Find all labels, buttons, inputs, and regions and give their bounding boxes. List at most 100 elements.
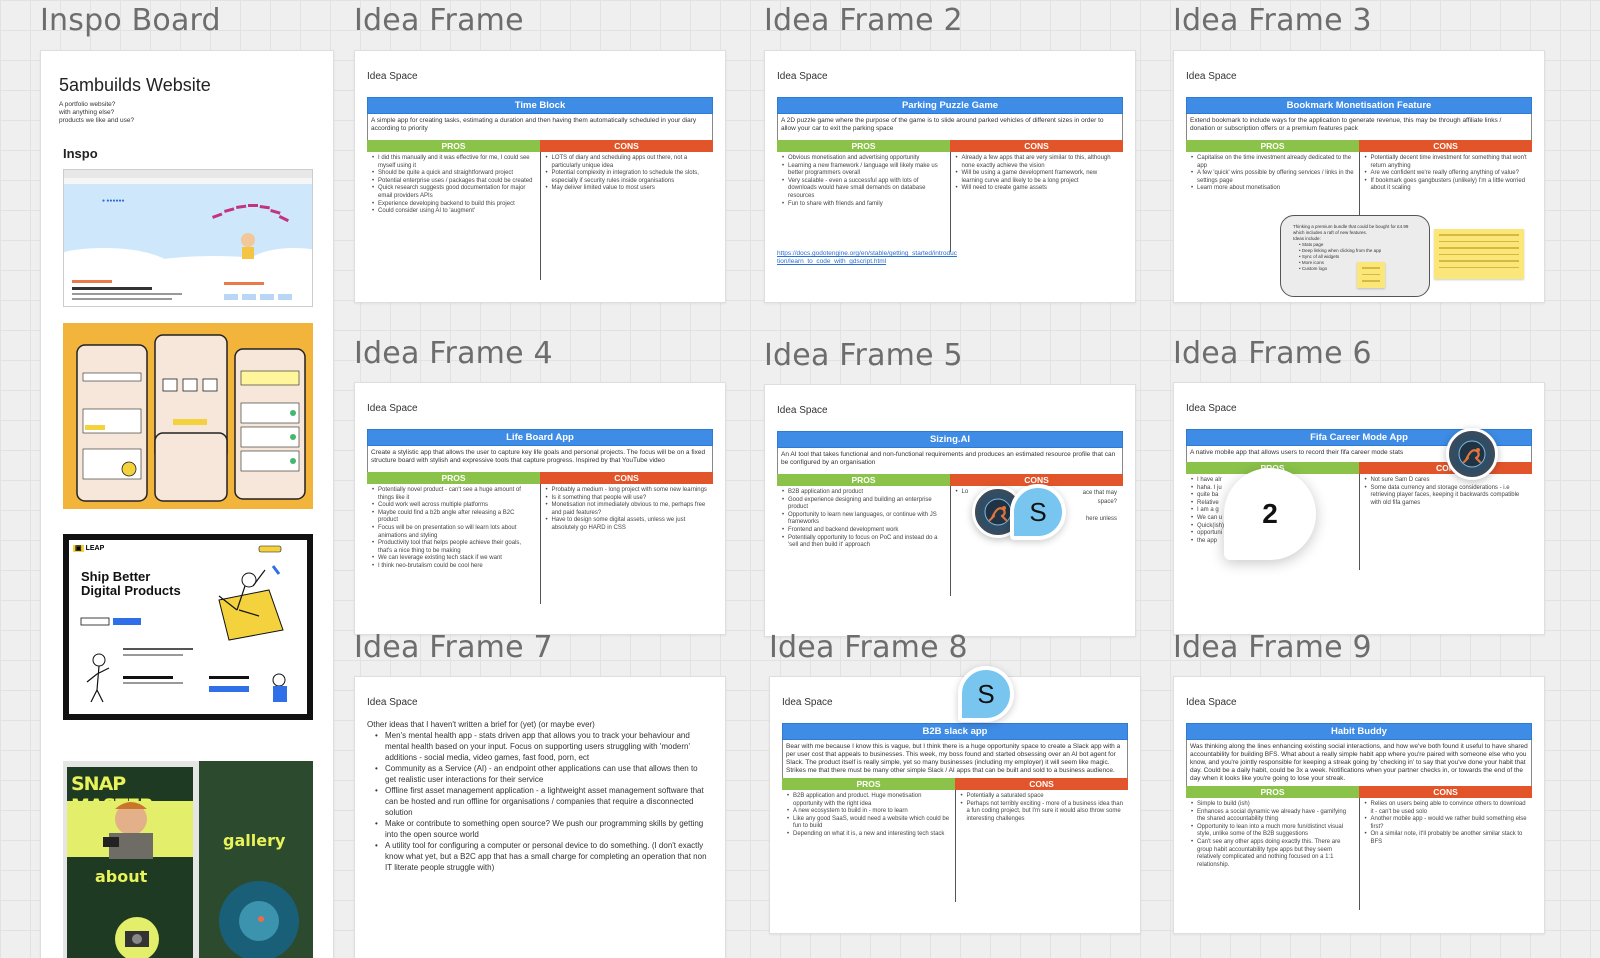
- idea-space-label: Idea Space: [1186, 71, 1237, 82]
- leap-page: ▣ LEAP Ship Better Digital Products: [69, 540, 307, 714]
- idea-table-title: Habit Buddy: [1186, 723, 1532, 740]
- idea-table: Life Board App Create a stylistic app th…: [367, 429, 713, 604]
- idea-table-description: Create a stylistic app that allows the u…: [367, 446, 713, 472]
- idea-table-title: B2B slack app: [782, 723, 1128, 740]
- pros-header: PROS: [1186, 786, 1359, 798]
- idea-frame-1[interactable]: Idea Space Time Block A simple app for c…: [354, 50, 726, 303]
- inspo-subtext: A portfolio website? with anything else?…: [59, 101, 135, 124]
- list-item: Can't see any other apps doing exactly t…: [1190, 839, 1355, 869]
- cons-header: CONS: [540, 140, 713, 152]
- list-item: Monetisation not immediately obvious to …: [545, 502, 710, 517]
- pros-column: Simple to build (ish) Enhances a social …: [1186, 798, 1359, 910]
- list-item: Community as a Service (AI) - an endpoin…: [375, 763, 709, 785]
- collaborator-s-bubble[interactable]: S: [1010, 484, 1066, 540]
- idea-table-title: Life Board App: [367, 429, 713, 446]
- list-item: On a similar note, it'll probably be ano…: [1364, 831, 1529, 846]
- inspo-thumb-website[interactable]: ● ●●●●●●: [63, 169, 313, 307]
- pros-header: PROS: [777, 474, 950, 486]
- idea-frame-8[interactable]: Idea Space B2B slack app Bear with me be…: [769, 676, 1141, 934]
- list-item: Opportunity to learn new languages, or c…: [781, 512, 946, 527]
- list-item: Like any good SaaS, would need a website…: [786, 816, 951, 831]
- pros-column: Obvious monetisation and advertising opp…: [777, 152, 950, 252]
- idea-frame-2[interactable]: Idea Space Parking Puzzle Game A 2D puzz…: [764, 50, 1136, 303]
- list-item: Maybe could find a b2b angle after relea…: [371, 510, 536, 525]
- leap-illustration: [80, 545, 287, 703]
- list-item: Very scalable - even a successful app wi…: [781, 178, 946, 201]
- idea-frame-5[interactable]: Idea Space Sizing.AI An AI tool that tak…: [764, 384, 1136, 637]
- idea-frame-2-title: Idea Frame 2: [764, 3, 963, 38]
- list-item: Offline first asset management applicati…: [375, 785, 709, 818]
- idea-space-label: Idea Space: [782, 697, 833, 708]
- svg-text:● ●●●●●●: ● ●●●●●●: [102, 198, 125, 204]
- idea-frame-3[interactable]: Idea Space Bookmark Monetisation Feature…: [1173, 50, 1545, 303]
- list-item: Simple to build (ish): [1190, 801, 1355, 809]
- pros-header: PROS: [782, 778, 955, 790]
- idea-space-label: Idea Space: [777, 405, 828, 416]
- idea-frame-9[interactable]: Idea Space Habit Buddy Was thinking alon…: [1173, 676, 1545, 934]
- idea-frame-7[interactable]: Idea Space Other ideas that I haven't wr…: [354, 676, 726, 958]
- list-item: Not sure Sam D cares: [1364, 477, 1529, 485]
- list-item: Are we confident we're really offering a…: [1364, 170, 1529, 178]
- inspo-thumb-mobile-mockups[interactable]: [63, 323, 313, 509]
- cons-column: Already a few apps that are very similar…: [949, 152, 1124, 252]
- cons-column: Not sure Sam D cares Some data currency …: [1358, 474, 1533, 570]
- idea-space-label: Idea Space: [367, 71, 418, 82]
- list-item: A new ecosystem to build in - more to le…: [786, 808, 951, 816]
- ocean-image: [219, 881, 299, 958]
- sticky-note-group[interactable]: Thinking a premium bundle that could be …: [1280, 215, 1430, 297]
- pros-header: PROS: [1186, 140, 1359, 152]
- idea-frame-7-title: Idea Frame 7: [354, 630, 553, 665]
- list-item: Obvious monetisation and advertising opp…: [781, 155, 946, 163]
- list-item: Opportunity to lean into a much more fun…: [1190, 824, 1355, 839]
- list-item: Probably a medium - long project with so…: [545, 487, 710, 495]
- list-item: We can leverage existing tech stack if w…: [371, 555, 536, 563]
- idea-table: B2B slack app Bear with me because I kno…: [782, 723, 1128, 902]
- cons-column: Probably a medium - long project with so…: [539, 484, 714, 604]
- idea-table-description: Extend bookmark to include ways for the …: [1186, 114, 1532, 140]
- list-item: A few 'quick' wins possible by offering …: [1190, 170, 1355, 185]
- sticky-note-small[interactable]: [1357, 262, 1385, 288]
- sticky-note-large[interactable]: [1434, 229, 1524, 279]
- list-item: Potentially opportunity to focus on PoC …: [781, 535, 946, 550]
- idea-frame-8-title: Idea Frame 8: [769, 630, 968, 665]
- list-item: Another mobile app - would we rather bui…: [1364, 816, 1529, 831]
- godot-docs-link[interactable]: https://docs.godotengine.org/en/stable/g…: [777, 250, 957, 266]
- idea-table-title: Time Block: [367, 97, 713, 114]
- list-item: Learn more about monetisation: [1190, 185, 1355, 193]
- inspo-board-frame[interactable]: 5ambuilds Website A portfolio website? w…: [40, 50, 334, 958]
- list-item: Capitalise on the time investment alread…: [1190, 155, 1355, 170]
- inspo-thumb-leap[interactable]: ▣ LEAP Ship Better Digital Products: [63, 534, 313, 720]
- list-item: Potential complexity in integration to s…: [545, 170, 710, 185]
- cons-header: CONS: [1359, 140, 1532, 152]
- idea-table: Habit Buddy Was thinking along the lines…: [1186, 723, 1532, 910]
- list-item: Frontend and backend development work: [781, 527, 946, 535]
- cons-header: CONS: [950, 140, 1123, 152]
- list-item: Could consider using AI to 'augment': [371, 208, 536, 216]
- pros-column: B2B application and product. Huge moneti…: [782, 790, 955, 902]
- comment-count-bubble[interactable]: 2: [1224, 468, 1316, 560]
- idea-table: Bookmark Monetisation Feature Extend boo…: [1186, 97, 1532, 226]
- collaborator-avatar[interactable]: [1446, 428, 1498, 480]
- idea-frame-5-title: Idea Frame 5: [764, 338, 963, 373]
- list-item: Potentially novel product - can't see a …: [371, 487, 536, 502]
- inspo-label: Inspo: [63, 146, 98, 161]
- scorpion-avatar-icon: [1453, 435, 1491, 473]
- list-item: Could work well across multiple platform…: [371, 502, 536, 510]
- idea-space-label: Idea Space: [1186, 403, 1237, 414]
- list-item: If bookmark goes gangbusters (unlikely) …: [1364, 178, 1529, 193]
- idea-frame-3-title: Idea Frame 3: [1173, 3, 1372, 38]
- list-item: Enhances a social dynamic we already hav…: [1190, 809, 1355, 824]
- list-item: Productivity tool that helps people achi…: [371, 540, 536, 555]
- collaborator-s-bubble[interactable]: S: [958, 666, 1014, 722]
- snap-master-panel: SNAP MASTER about: [67, 767, 193, 958]
- cons-column: Potentially a saturated space Perhaps no…: [954, 790, 1129, 902]
- idea-frame-4[interactable]: Idea Space Life Board App Create a styli…: [354, 382, 726, 635]
- pros-header: PROS: [367, 472, 540, 484]
- inspo-thumb-snap-master[interactable]: SNAP MASTER about gallery: [63, 761, 313, 958]
- cons-header: CONS: [1359, 786, 1532, 798]
- list-item: Should be quite a quick and straightforw…: [371, 170, 536, 178]
- list-item: Potentially a saturated space: [960, 793, 1125, 801]
- idea-space-label: Idea Space: [367, 697, 418, 708]
- list-item: LOTS of diary and scheduling apps out th…: [545, 155, 710, 170]
- list-item: Potentially decent time investment for s…: [1364, 155, 1529, 170]
